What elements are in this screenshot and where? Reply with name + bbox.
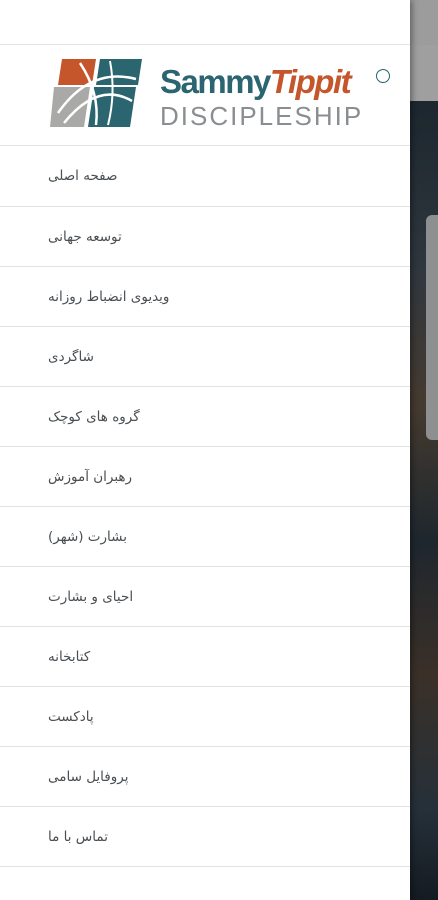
brand-logo-icon: [50, 59, 142, 127]
registered-mark: [376, 69, 390, 83]
menu-item-evangelism-city[interactable]: بشارت (شهر): [0, 507, 410, 567]
menu-item-training-leaders[interactable]: رهبران آموزش: [0, 447, 410, 507]
menu-item-library[interactable]: کتابخانه: [0, 627, 410, 687]
navigation-drawer: SammyTippit DISCIPLESHIP صفحه اصلی توسعه…: [0, 0, 410, 900]
menu-item-home[interactable]: صفحه اصلی: [0, 146, 410, 207]
drawer-scrim[interactable]: [408, 0, 438, 900]
menu-item-label: ویدیوی انضباط روزانه: [48, 288, 170, 305]
menu-item-discipleship[interactable]: شاگردی: [0, 327, 410, 387]
menu-item-podcast[interactable]: پادکست: [0, 687, 410, 747]
drawer-menu: صفحه اصلی توسعه جهانی ویدیوی انضباط روزا…: [0, 146, 410, 867]
menu-item-revival-evangelism[interactable]: احیای و بشارت: [0, 567, 410, 627]
menu-item-label: گروه های کوچک: [48, 408, 140, 425]
menu-item-label: احیای و بشارت: [48, 588, 134, 605]
menu-item-sammy-profile[interactable]: پروفایل سامی: [0, 747, 410, 807]
menu-item-label: کتابخانه: [48, 648, 91, 665]
menu-item-label: شاگردی: [48, 348, 94, 365]
menu-item-label: بشارت (شهر): [48, 528, 127, 545]
menu-item-global-development[interactable]: توسعه جهانی: [0, 207, 410, 267]
menu-item-label: توسعه جهانی: [48, 228, 122, 245]
drawer-top-spacer: [0, 0, 410, 45]
menu-item-label: رهبران آموزش: [48, 468, 133, 485]
menu-item-label: تماس با ما: [48, 828, 108, 845]
brand-name: SammyTippit: [160, 63, 352, 101]
drawer-header-logo: SammyTippit DISCIPLESHIP: [0, 45, 410, 146]
menu-item-contact-us[interactable]: تماس با ما: [0, 807, 410, 867]
menu-item-label: صفحه اصلی: [48, 168, 118, 184]
menu-item-label: پروفایل سامی: [48, 768, 129, 785]
brand-subtitle: DISCIPLESHIP: [160, 101, 364, 131]
menu-item-small-groups[interactable]: گروه های کوچک: [0, 387, 410, 447]
menu-item-daily-discipline-video[interactable]: ویدیوی انضباط روزانه: [0, 267, 410, 327]
brand-name-first: Sammy: [160, 63, 271, 100]
menu-item-label: پادکست: [48, 708, 94, 725]
brand-name-second: Tippit: [269, 63, 352, 100]
